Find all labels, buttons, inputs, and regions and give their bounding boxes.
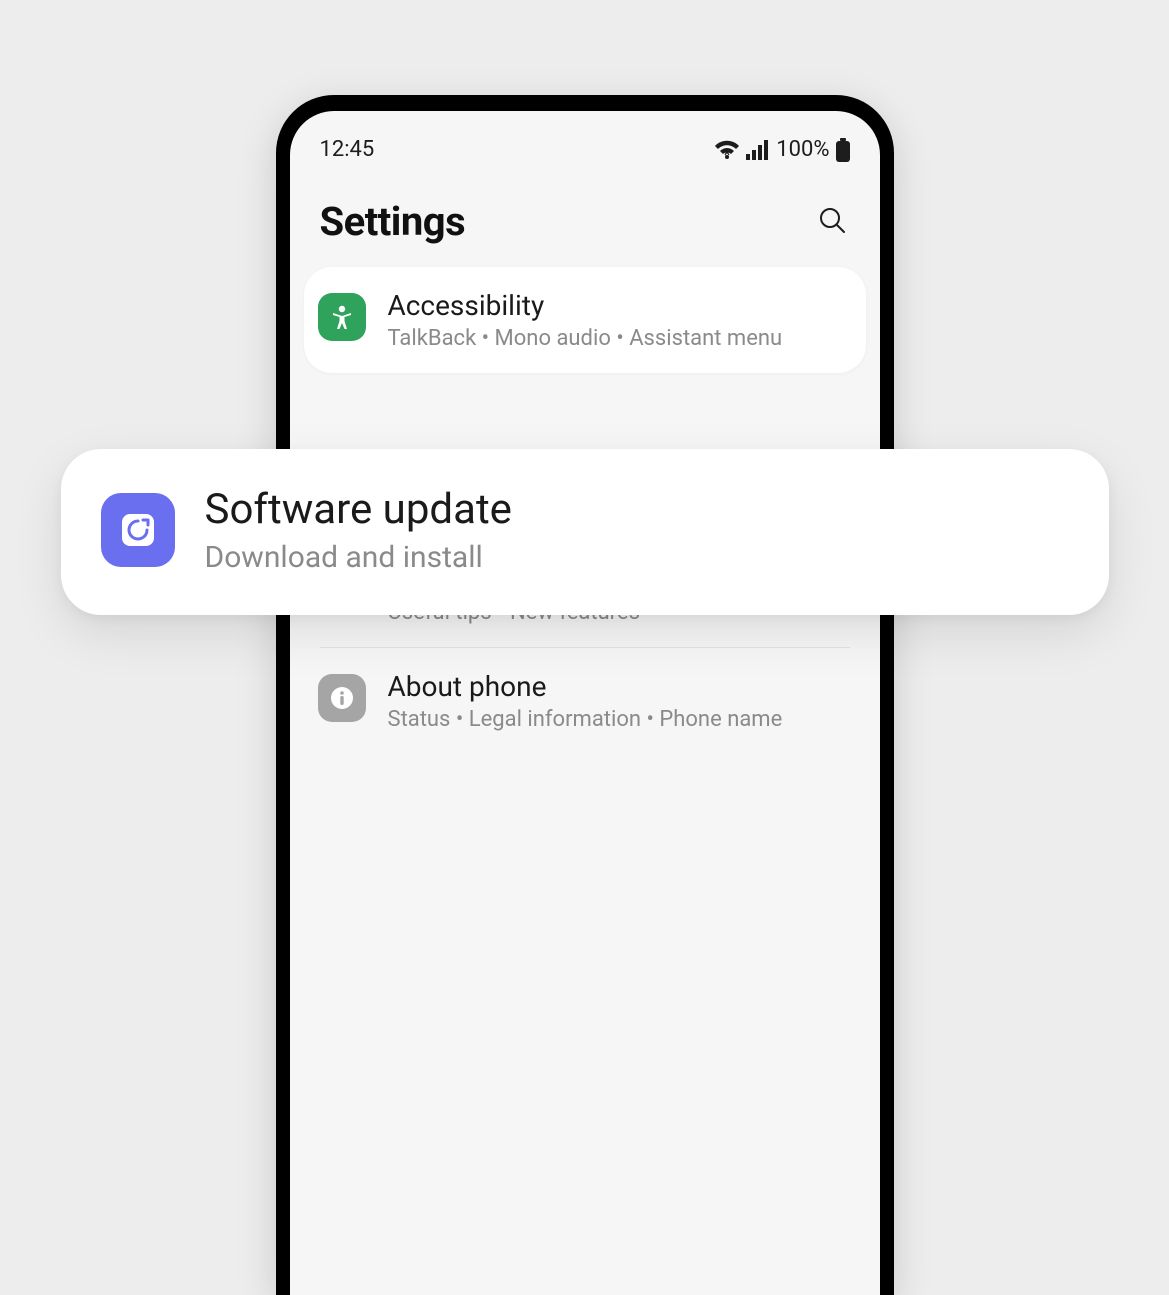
phone-screen: 12:45 100% Settings	[290, 111, 880, 1295]
item-texts: Software update Download and install	[205, 485, 1069, 575]
battery-icon	[836, 138, 850, 162]
phone-frame: 12:45 100% Settings	[276, 95, 894, 1295]
item-title: Accessibility	[388, 289, 848, 322]
status-time: 12:45	[320, 137, 375, 162]
battery-percent: 100%	[776, 137, 829, 162]
software-update-icon	[101, 493, 175, 567]
search-button[interactable]	[814, 204, 850, 240]
settings-item-about-phone[interactable]: About phone Status • Legal information •…	[304, 648, 866, 754]
item-subtitle: Status • Legal information • Phone name	[388, 707, 848, 732]
item-title: About phone	[388, 670, 848, 703]
settings-item-accessibility[interactable]: Accessibility TalkBack • Mono audio • As…	[304, 267, 866, 373]
item-texts: About phone Status • Legal information •…	[388, 670, 848, 732]
settings-item-software-update[interactable]: Software update Download and install	[61, 449, 1109, 615]
settings-header: Settings	[290, 170, 880, 267]
item-title: Software update	[205, 485, 1069, 534]
page-title: Settings	[320, 198, 466, 245]
item-subtitle: Download and install	[205, 540, 1069, 575]
accessibility-icon	[318, 293, 366, 341]
status-icons: 100%	[714, 137, 849, 162]
status-bar: 12:45 100%	[290, 111, 880, 170]
wifi-icon	[714, 140, 740, 160]
item-subtitle: TalkBack • Mono audio • Assistant menu	[388, 326, 848, 351]
search-icon	[817, 205, 847, 238]
cellular-icon	[746, 140, 770, 160]
info-icon	[318, 674, 366, 722]
item-texts: Accessibility TalkBack • Mono audio • As…	[388, 289, 848, 351]
